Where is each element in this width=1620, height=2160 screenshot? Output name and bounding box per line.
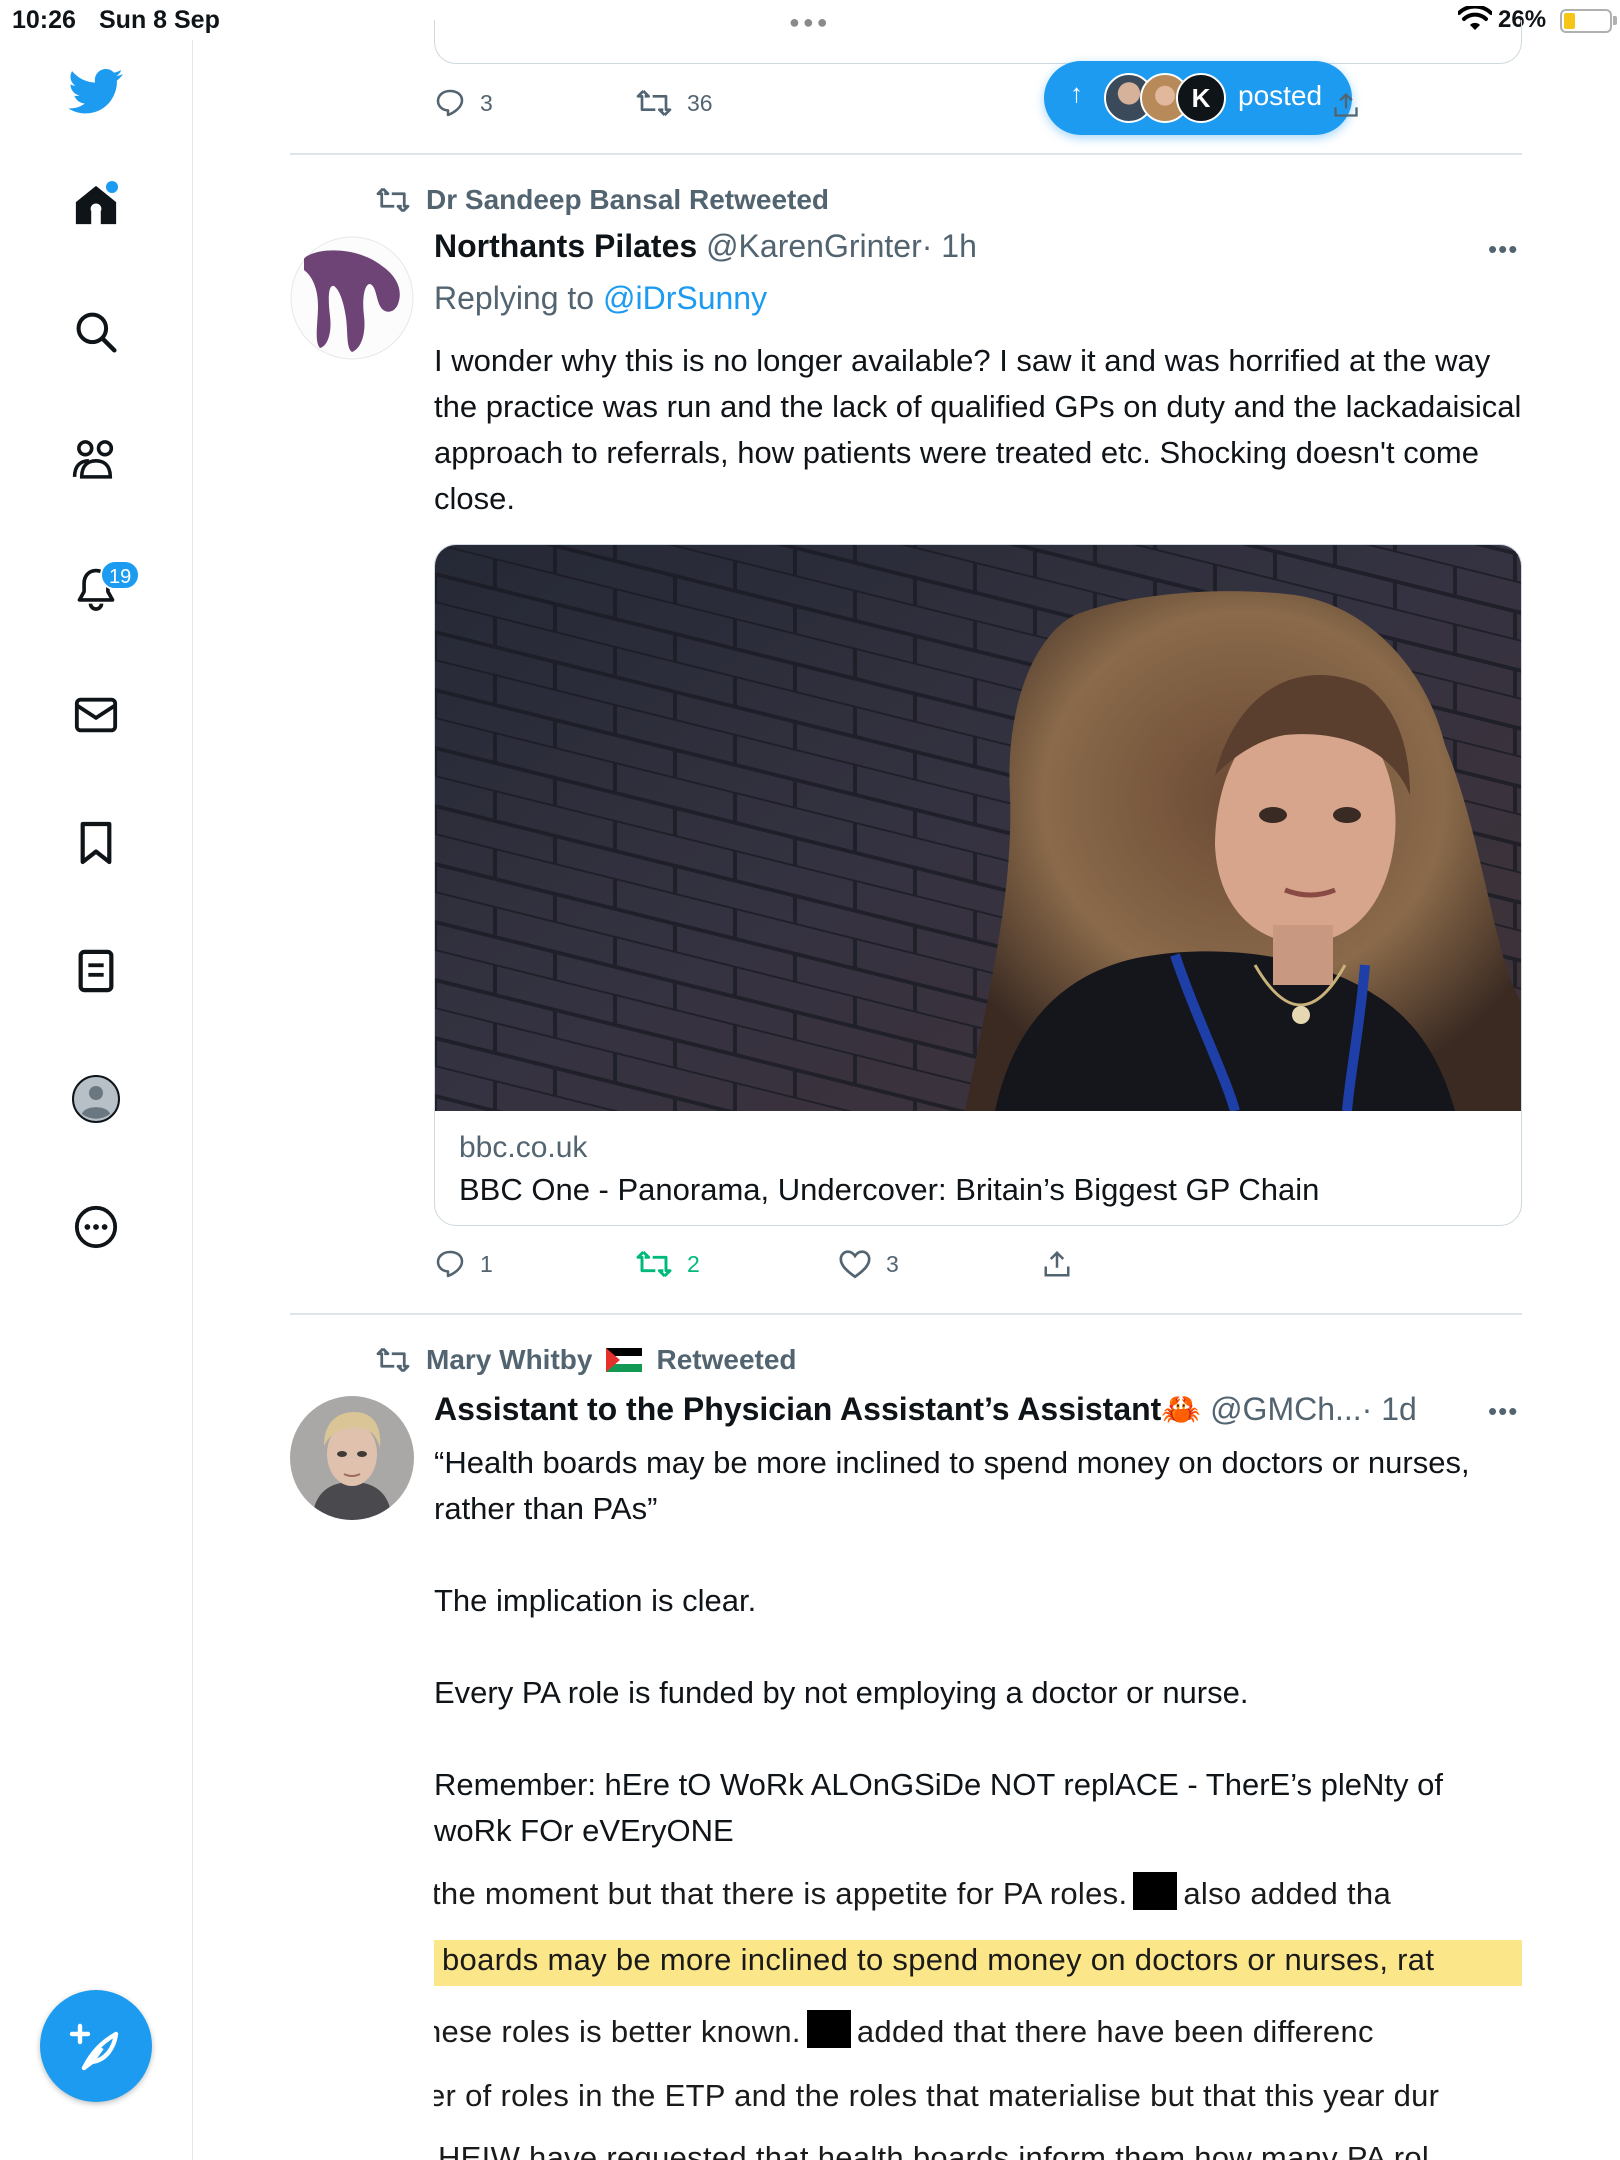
bookmark-icon <box>80 821 112 865</box>
nav-bookmarks[interactable] <box>66 813 126 873</box>
doc-line: boards may be more inclined to spend mon… <box>442 1942 1435 1977</box>
retweet-button[interactable]: 2 <box>635 1248 700 1280</box>
avatar: K <box>1176 73 1226 123</box>
reply-button[interactable]: 1 <box>434 1248 493 1280</box>
sidebar: 19 <box>0 40 193 2160</box>
status-date: Sun 8 Sep <box>99 6 220 34</box>
retweet-icon <box>376 1347 410 1373</box>
link-card-image <box>435 545 1521 1111</box>
tweet-image-document[interactable]: the moment but that there is appetite fo… <box>434 1870 1522 2160</box>
new-posts-pill[interactable]: ↑ K posted <box>1044 61 1352 135</box>
tweet-time[interactable]: · 1d <box>1362 1391 1417 1427</box>
nav-profile[interactable] <box>66 1069 126 1129</box>
link-card-domain: bbc.co.uk <box>459 1131 588 1164</box>
author-handle[interactable]: @GMCh... <box>1210 1391 1362 1427</box>
nav-notifications[interactable]: 19 <box>66 558 141 618</box>
divider <box>290 1313 1522 1315</box>
retweet-icon <box>636 90 672 116</box>
retweet-icon <box>636 1250 672 1278</box>
share-icon[interactable] <box>1332 90 1360 120</box>
nav-more[interactable] <box>66 1197 126 1257</box>
doc-line: HEIW have requested that health boards i… <box>438 2140 1430 2160</box>
avatar[interactable] <box>290 1396 414 1520</box>
retweeted-by[interactable]: Mary Whitby Retweeted <box>374 1344 797 1376</box>
tweet-text: I wonder why this is no longer available… <box>434 343 1530 516</box>
notifications-badge: 19 <box>100 560 141 590</box>
search-icon <box>76 312 117 353</box>
nav-lists[interactable] <box>66 941 126 1001</box>
reply-button[interactable]: 3 <box>434 87 493 119</box>
new-posts-dot <box>106 181 118 193</box>
retweeted-by-label: Dr Sandeep Bansal Retweeted <box>426 184 830 215</box>
heart-icon <box>839 1250 871 1279</box>
tweet-header: Northants Pilates @KarenGrinter· 1h <box>434 228 977 265</box>
avatar-icon <box>72 1075 120 1123</box>
doc-line: the moment but that there is appetite fo… <box>434 1872 1391 1912</box>
author-name[interactable]: Assistant to the Physician Assistant’s A… <box>434 1391 1161 1427</box>
retweet-icon <box>376 187 410 213</box>
divider <box>290 153 1522 155</box>
mention-link[interactable]: @iDrSunny <box>603 280 767 316</box>
envelope-icon <box>74 697 118 733</box>
new-posts-label: posted <box>1238 80 1323 111</box>
more-options-icon[interactable]: ••• <box>1488 1396 1518 1427</box>
retweet-count: 2 <box>687 1250 700 1277</box>
share-button[interactable] <box>1042 1248 1072 1280</box>
more-options-icon[interactable]: ••• <box>1488 234 1518 265</box>
tweet-header: Assistant to the Physician Assistant’s A… <box>434 1390 1417 1428</box>
reply-count: 1 <box>480 1250 493 1277</box>
tweet-text: “Health boards may be more inclined to s… <box>434 1445 1470 1848</box>
more-circle-icon <box>74 1205 118 1249</box>
nav-explore[interactable] <box>66 302 126 362</box>
lists-icon <box>78 949 114 993</box>
replying-to-prefix: Replying to <box>434 280 595 316</box>
author-name[interactable]: Northants Pilates <box>434 228 697 264</box>
compose-feather-icon <box>69 2023 119 2071</box>
share-icon <box>1044 1250 1070 1277</box>
crab-emoji: 🦀 <box>1161 1391 1202 1427</box>
doc-line: er of roles in the ETP and the roles tha… <box>434 2078 1440 2113</box>
retweet-count: 36 <box>687 89 713 116</box>
link-card[interactable]: bbc.co.uk BBC One - Panorama, Undercover… <box>434 544 1522 1226</box>
link-card-title: BBC One - Panorama, Undercover: Britain’… <box>459 1172 1320 1207</box>
nav-messages[interactable] <box>66 685 126 745</box>
doc-line: hese roles is better known. added that th… <box>434 2010 1374 2050</box>
reply-icon <box>436 89 464 117</box>
reply-icon <box>436 1250 464 1278</box>
nav-home[interactable] <box>66 175 126 235</box>
timeline: 3 36 ↑ K posted Dr Sandeep Bansal Retwee… <box>290 0 1522 2160</box>
retweeted-by-suffix: Retweeted <box>656 1344 797 1375</box>
flag-icon <box>606 1348 643 1372</box>
battery-icon <box>1560 9 1612 33</box>
retweeted-by[interactable]: Dr Sandeep Bansal Retweeted <box>374 184 829 216</box>
status-time: 10:26 <box>12 6 76 34</box>
redaction-box <box>806 2010 851 2048</box>
author-handle[interactable]: @KarenGrinter <box>706 228 922 264</box>
avatar[interactable] <box>290 236 414 360</box>
redaction-box <box>1133 1872 1178 1910</box>
compose-button[interactable] <box>40 1990 152 2102</box>
replying-to: Replying to @iDrSunny <box>434 280 767 317</box>
retweet-button[interactable]: 36 <box>635 87 713 119</box>
quoted-tweet[interactable] <box>434 20 1522 64</box>
like-button[interactable]: 3 <box>838 1248 899 1280</box>
retweeted-by-name: Mary Whitby <box>426 1344 593 1375</box>
arrow-up-icon: ↑ <box>1070 78 1083 108</box>
tweet-time[interactable]: · 1h <box>922 228 977 264</box>
nav-communities[interactable] <box>66 429 126 489</box>
reply-count: 3 <box>480 89 493 116</box>
like-count: 3 <box>886 1250 899 1277</box>
twitter-logo-icon[interactable] <box>66 62 126 122</box>
communities-icon <box>72 440 114 479</box>
